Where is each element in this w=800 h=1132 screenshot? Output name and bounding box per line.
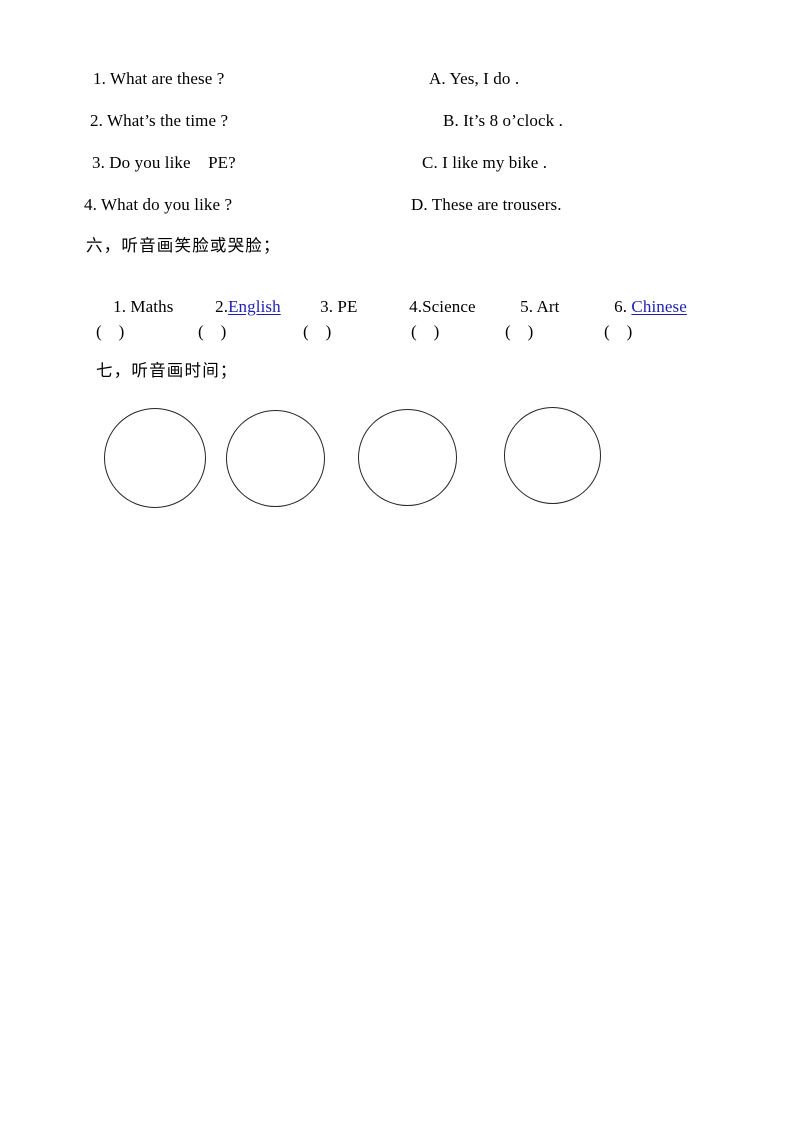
matching-answer-a: A. Yes, I do . xyxy=(429,69,520,88)
worksheet-page: 1. What are these ? 2. What’s the time ?… xyxy=(0,0,800,1132)
answer-bracket-2[interactable]: ( ) xyxy=(198,323,226,340)
clock-face-circle-3[interactable] xyxy=(358,409,457,506)
matching-answer-d: D. These are trousers. xyxy=(411,195,562,214)
subject-number-4: 4. xyxy=(409,297,423,316)
clock-face-circle-2[interactable] xyxy=(226,410,325,507)
subject-label-art: Art xyxy=(533,297,560,316)
subject-label-maths: Maths xyxy=(126,297,174,316)
matching-answer-b: B. It’s 8 o’clock . xyxy=(443,111,563,130)
clock-face-circle-4[interactable] xyxy=(504,407,601,504)
matching-question-3: 3. Do you like PE? xyxy=(92,153,236,172)
subject-label-english-link[interactable]: English xyxy=(228,297,281,316)
subject-number-5: 5. xyxy=(520,297,534,316)
subject-number-6: 6. xyxy=(614,297,628,316)
subject-item-chinese: 6. Chinese xyxy=(588,281,687,332)
matching-question-1: 1. What are these ? xyxy=(93,69,225,88)
matching-question-2: 2. What’s the time ? xyxy=(90,111,229,130)
answer-bracket-4[interactable]: ( ) xyxy=(411,323,439,340)
section-seven-heading: 七，听音画时间； xyxy=(96,361,238,380)
matching-question-4: 4. What do you like ? xyxy=(84,195,233,214)
answer-bracket-6[interactable]: ( ) xyxy=(604,323,632,340)
subject-label-pe: PE xyxy=(333,297,358,316)
subject-label-chinese-link[interactable]: Chinese xyxy=(631,297,686,316)
subject-label-science: Science xyxy=(422,297,476,316)
subject-number-1: 1. xyxy=(113,297,127,316)
matching-answer-c: C. I like my bike . xyxy=(422,153,548,172)
answer-bracket-5[interactable]: ( ) xyxy=(505,323,533,340)
subject-number-2: 2. xyxy=(215,297,229,316)
section-six-heading: 六，听音画笑脸或哭脸； xyxy=(86,236,281,255)
subject-number-3: 3. xyxy=(320,297,334,316)
answer-bracket-3[interactable]: ( ) xyxy=(303,323,331,340)
answer-bracket-1[interactable]: ( ) xyxy=(96,323,124,340)
clock-face-circle-1[interactable] xyxy=(104,408,206,508)
